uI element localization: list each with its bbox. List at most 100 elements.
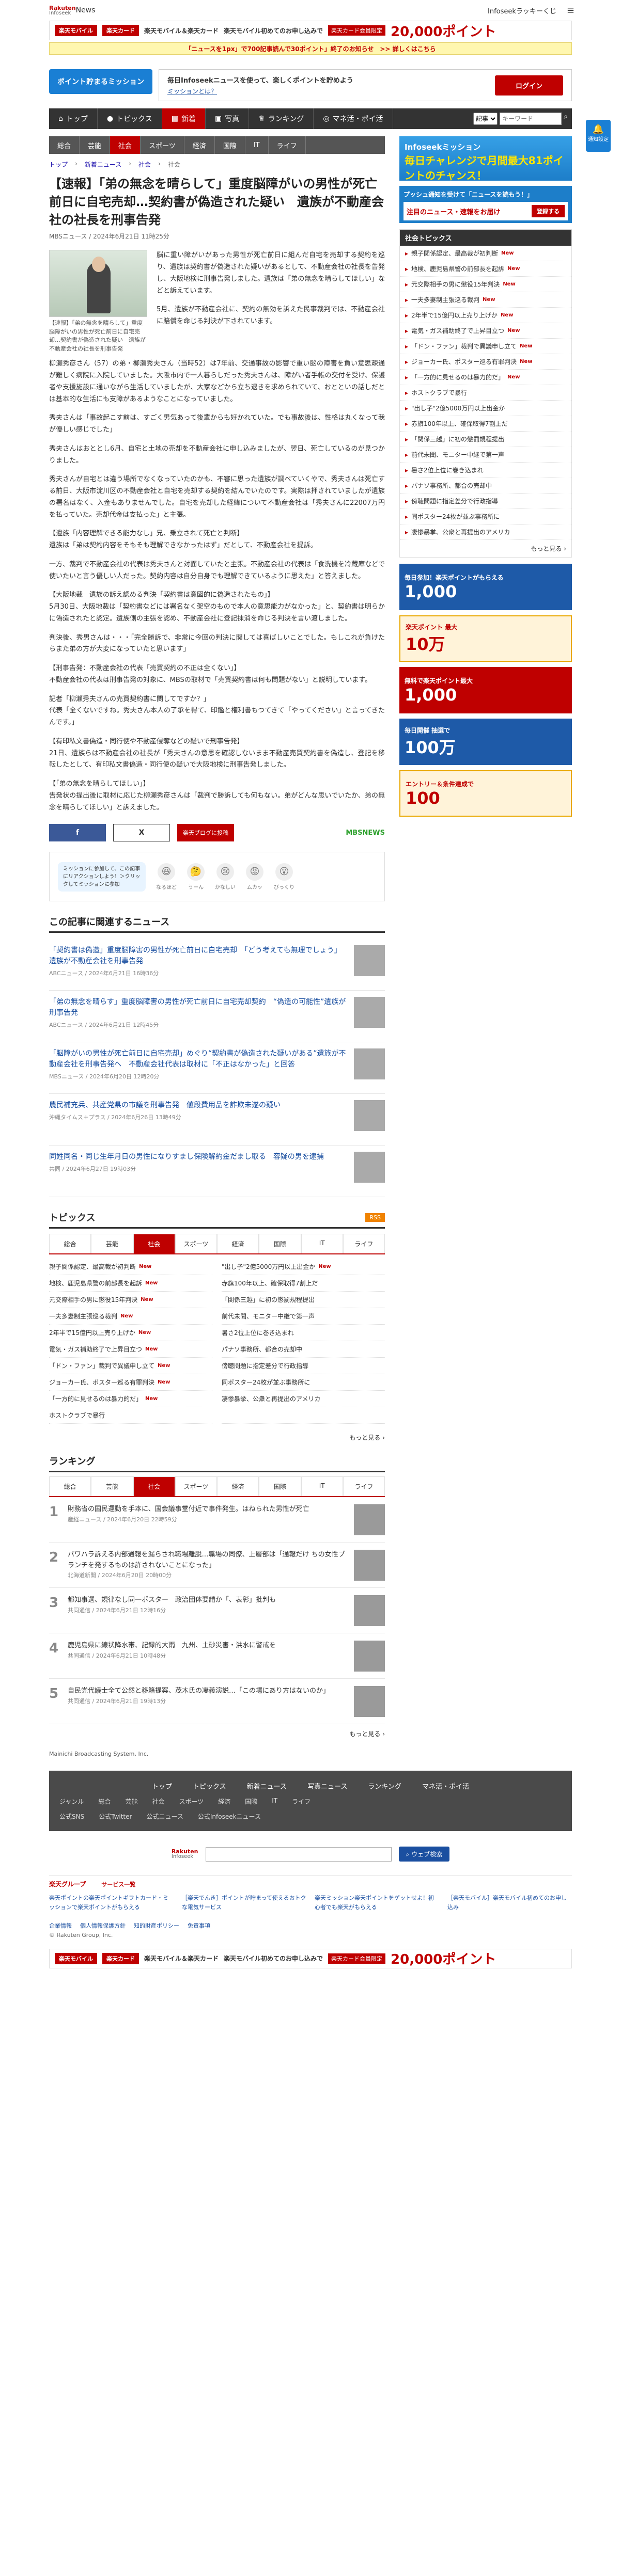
footer-link[interactable]: 新着ニュース: [247, 1781, 287, 1791]
topic-item[interactable]: 一夫多妻制主張巡る裁判 New: [49, 1308, 212, 1325]
topic-item[interactable]: 「関係三越」に初の懲罰規程提出: [222, 1292, 385, 1309]
rank-thumbnail[interactable]: [354, 1686, 385, 1718]
footer-link[interactable]: スポーツ: [179, 1797, 204, 1806]
nav-topics[interactable]: ● トピックス: [98, 108, 162, 129]
article-meta[interactable]: MBSニュース / 2024年6月21日 11時25分: [49, 232, 385, 241]
side-topic-item[interactable]: ▸ 電気・ガス補助終了で上昇目立つ New: [400, 323, 571, 339]
topics-tab[interactable]: 経済: [217, 1234, 259, 1254]
side-topic-item[interactable]: ▸ 「関係三越」に初の懲罰規程提出: [400, 432, 571, 447]
related-link[interactable]: 「脳障がいの男性が死亡前日に自宅売却」めぐり“契約書が偽造された疑いがある”遺族…: [49, 1050, 346, 1069]
footer-link[interactable]: マネ活・ポイ活: [422, 1781, 469, 1791]
side-topic-item[interactable]: ▸ 2年半で15億円以上売り上げか New: [400, 308, 571, 323]
bottom-ad-banner[interactable]: 楽天モバイル 楽天カード 楽天モバイル＆楽天カード 楽天モバイル初めてのお申し込…: [49, 1948, 572, 1968]
topic-item[interactable]: 親子関係認定、最高裁が初判断 New: [49, 1259, 212, 1276]
related-item[interactable]: 同姓同名・同じ生年月日の男性になりすまし保険解約金だまし取る 容疑の男を逮捕 共同…: [49, 1146, 385, 1198]
nav-photo[interactable]: ▣ 写真: [206, 108, 250, 129]
nav-ranking[interactable]: ♛ ランキング: [249, 108, 314, 129]
footer-link[interactable]: 公式Infoseekニュース: [198, 1812, 261, 1821]
rank-title[interactable]: パワハラ訴える内部通報を漏らされ職場離脱…職場の同僚、上層部は「通報だけ ちの女…: [68, 1550, 346, 1570]
reaction-button[interactable]: 😮 びっくり: [274, 863, 294, 891]
side-topic-item[interactable]: ▸ 地検、鹿児島県警の前部長を起訴 New: [400, 261, 571, 277]
footer-link[interactable]: 芸能: [125, 1797, 137, 1806]
related-thumbnail[interactable]: [354, 1152, 385, 1183]
related-link[interactable]: 「契約書は偽造」重度脳障害の男性が死亡前日に自宅売却 「どう考えても無理でしょう…: [49, 946, 341, 965]
topic-item[interactable]: ホストクラブで暴行: [49, 1407, 212, 1424]
footer-link[interactable]: 総合: [98, 1797, 111, 1806]
source-logo[interactable]: MBSNEWS: [346, 829, 385, 837]
rank-thumbnail[interactable]: [354, 1595, 385, 1627]
promo-banner[interactable]: 無料で楽天ポイント最大 1,000: [399, 667, 572, 713]
rank-thumbnail[interactable]: [354, 1641, 385, 1672]
reaction-bubble[interactable]: ミッションに参加して、この記事にリアクションしよう！＞クリックしてミッションに参…: [58, 862, 146, 892]
topic-item[interactable]: 「一方的に見せるのは暴力的だ」 New: [49, 1391, 212, 1408]
promo-banner[interactable]: エントリー＆条件達成で 100: [399, 770, 572, 817]
topics-more-link[interactable]: もっと見る ›: [49, 1433, 385, 1442]
rank-title[interactable]: 自民党代議士全て公然と移籍提案、茂木氏の凄義演説…「この場にあり方はないのか」: [68, 1686, 346, 1696]
rank-title[interactable]: 鹿児島県に線状降水帯、記録的大雨 九州、土砂災害・洪水に警戒を: [68, 1641, 346, 1651]
related-link[interactable]: 同姓同名・同じ生年月日の男性になりすまし保険解約金だまし取る 容疑の男を逮捕: [49, 1153, 324, 1161]
reaction-button[interactable]: 🤔 うーん: [187, 863, 205, 891]
footer-search-input[interactable]: [205, 1847, 392, 1862]
rank-title[interactable]: 都知事選、規律なし同一ポスター 政治団体要請か「、表彰」批判も: [68, 1595, 346, 1605]
push-ad[interactable]: プッシュ通知を受けて「ニュースを読もう！」 注目のニュース・速報をお届け 登録する: [399, 186, 572, 223]
menu-icon[interactable]: ≡: [567, 5, 575, 16]
side-topic-item[interactable]: ▸ 「ドン・ファン」裁判で異議申し立て New: [400, 339, 571, 354]
mission-link[interactable]: ミッションとは？: [167, 87, 485, 96]
related-thumbnail[interactable]: [354, 997, 385, 1028]
footer-link[interactable]: ライフ: [292, 1797, 310, 1806]
topic-item[interactable]: 元交際相手の男に懲役15年判決 New: [49, 1292, 212, 1309]
related-item[interactable]: 農民補充兵、共産党県の市議を刑事告発 値段費用品を詐欺未遂の疑い 沖縄タイムス＋プ…: [49, 1094, 385, 1146]
footer-link[interactable]: 社会: [152, 1797, 164, 1806]
rank-thumbnail[interactable]: [354, 1504, 385, 1536]
facebook-share-button[interactable]: f: [49, 824, 106, 842]
rakuten-blog-button[interactable]: 楽天ブログに投稿: [177, 824, 234, 842]
topic-item[interactable]: 暑さ2位上位に巻き込まれ: [222, 1325, 385, 1342]
subnav-item[interactable]: 総合: [49, 136, 80, 154]
side-topic-item[interactable]: ▸ ジョーカー氏、ポスター巡る有罪判決 New: [400, 354, 571, 370]
nav-top[interactable]: ⌂ トップ: [49, 108, 98, 129]
web-search-button[interactable]: ⌕ ウェブ検索: [398, 1847, 450, 1862]
ranking-item[interactable]: 3 都知事選、規律なし同一ポスター 政治団体要請か「、表彰」批判も 共同通信 / 2…: [49, 1588, 385, 1634]
topics-tab[interactable]: 総合: [49, 1234, 91, 1254]
subnav-item[interactable]: IT: [245, 136, 269, 154]
mission-ad[interactable]: Infoseekミッション 毎日チャレンジで月間最大81ポイントのチャンス！: [399, 136, 572, 182]
side-topic-item[interactable]: ▸ ホストクラブで暴行: [400, 385, 571, 401]
ranking-more-link[interactable]: もっと見る ›: [49, 1729, 385, 1738]
breadcrumb-item[interactable]: 新着ニュース: [85, 160, 121, 169]
topic-item[interactable]: 地検、鹿児島県警の前部長を起訴 New: [49, 1275, 212, 1292]
promo-banner[interactable]: 毎日参加！楽天ポイントがもらえる 1,000: [399, 564, 572, 610]
search-icon[interactable]: ⌕: [564, 113, 568, 125]
side-topic-item[interactable]: ▸ 前代未聞、モニター中継で第一声: [400, 447, 571, 463]
group-services-link[interactable]: サービス一覧: [101, 1880, 135, 1888]
ranking-tab-active[interactable]: 社会: [133, 1476, 175, 1497]
footer-link[interactable]: トップ: [152, 1781, 172, 1791]
push-register-button[interactable]: 登録する: [532, 205, 565, 217]
promo-banner[interactable]: 楽天ポイント 最大 10万: [399, 615, 572, 662]
legal-link[interactable]: 免責事項: [188, 1921, 210, 1930]
topics-tab[interactable]: スポーツ: [175, 1234, 217, 1254]
topic-item[interactable]: 「ドン・ファン」裁判で異議申し立て New: [49, 1358, 212, 1375]
topics-tab[interactable]: IT: [301, 1234, 343, 1254]
ranking-tab[interactable]: ライフ: [343, 1476, 385, 1497]
topics-tab[interactable]: 国際: [259, 1234, 301, 1254]
nav-new[interactable]: ▤ 新着: [162, 108, 206, 129]
group-service-link[interactable]: ［楽天でんき］ポイントが貯まって使えるおトクな電気サービス: [182, 1894, 306, 1912]
side-more-link[interactable]: もっと見る ›: [405, 544, 566, 553]
lucky-link[interactable]: Infoseekラッキーくじ: [488, 6, 556, 15]
footer-logo[interactable]: Rakuten Infoseek: [172, 1849, 198, 1859]
related-link[interactable]: 農民補充兵、共産党県の市議を刑事告発 値段費用品を詐欺未遂の疑い: [49, 1101, 281, 1109]
legal-link[interactable]: 知的財産ポリシー: [134, 1921, 179, 1930]
ranking-tab[interactable]: IT: [301, 1476, 343, 1497]
subnav-item[interactable]: ライフ: [269, 136, 306, 154]
subnav-item[interactable]: 経済: [184, 136, 215, 154]
rank-thumbnail[interactable]: [354, 1550, 385, 1581]
search-type-select[interactable]: 記事: [473, 113, 498, 125]
topic-item[interactable]: "出し子"2億5000万円以上出金か New: [222, 1259, 385, 1276]
footer-link[interactable]: 写真ニュース: [307, 1781, 347, 1791]
side-topic-item[interactable]: ▸ 凄惨暴挙、公衆と再提出のアメリカ: [400, 524, 571, 540]
logo[interactable]: Rakuten Infoseek News: [49, 5, 95, 16]
related-item[interactable]: 「弟の無念を晴らす」重度脳障害の男性が死亡前日に自宅売却契約 “偽造の可能性”遺…: [49, 991, 385, 1043]
side-topic-item[interactable]: ▸ 親子関係認定、最高裁が初判断 New: [400, 246, 571, 261]
ranking-item[interactable]: 1 財務省の国民運動を手本に、国会議事堂付近で事件発生。はねられた男性が死亡 産経ニ…: [49, 1497, 385, 1543]
notice-bar[interactable]: 「ニュースを1px」で700記事読んで30ポイント」終了のお知らせ >> 詳しく…: [49, 42, 572, 55]
